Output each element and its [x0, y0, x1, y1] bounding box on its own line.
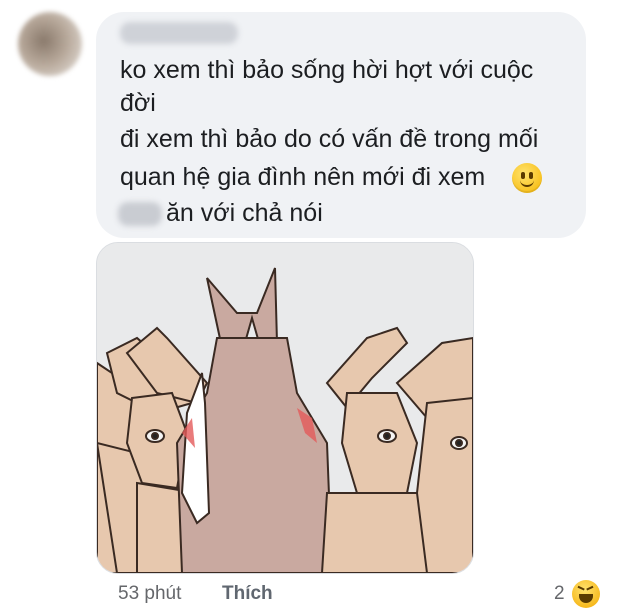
- author-name-redacted[interactable]: [120, 22, 238, 44]
- haha-reaction-icon[interactable]: [572, 580, 600, 608]
- like-button[interactable]: Thích: [222, 583, 273, 605]
- comment-text-line: ăn với chả nói: [166, 199, 323, 227]
- comment-timestamp[interactable]: 53 phút: [118, 583, 181, 605]
- reaction-count[interactable]: 2: [554, 583, 565, 605]
- comment-text-line: đời: [120, 89, 156, 117]
- meme-illustration: [97, 243, 473, 573]
- mention-redacted[interactable]: [118, 202, 162, 226]
- comment-text-line: đi xem thì bảo do có vấn đề trong mối: [120, 125, 539, 153]
- comment-image[interactable]: [96, 242, 474, 574]
- comment-text-line: ko xem thì bảo sống hời hợt với cuộc: [120, 56, 534, 84]
- smiling-face-icon: [512, 163, 542, 193]
- commenter-avatar[interactable]: [18, 12, 82, 76]
- comment-text-line: quan hệ gia đình nên mới đi xem: [120, 163, 486, 191]
